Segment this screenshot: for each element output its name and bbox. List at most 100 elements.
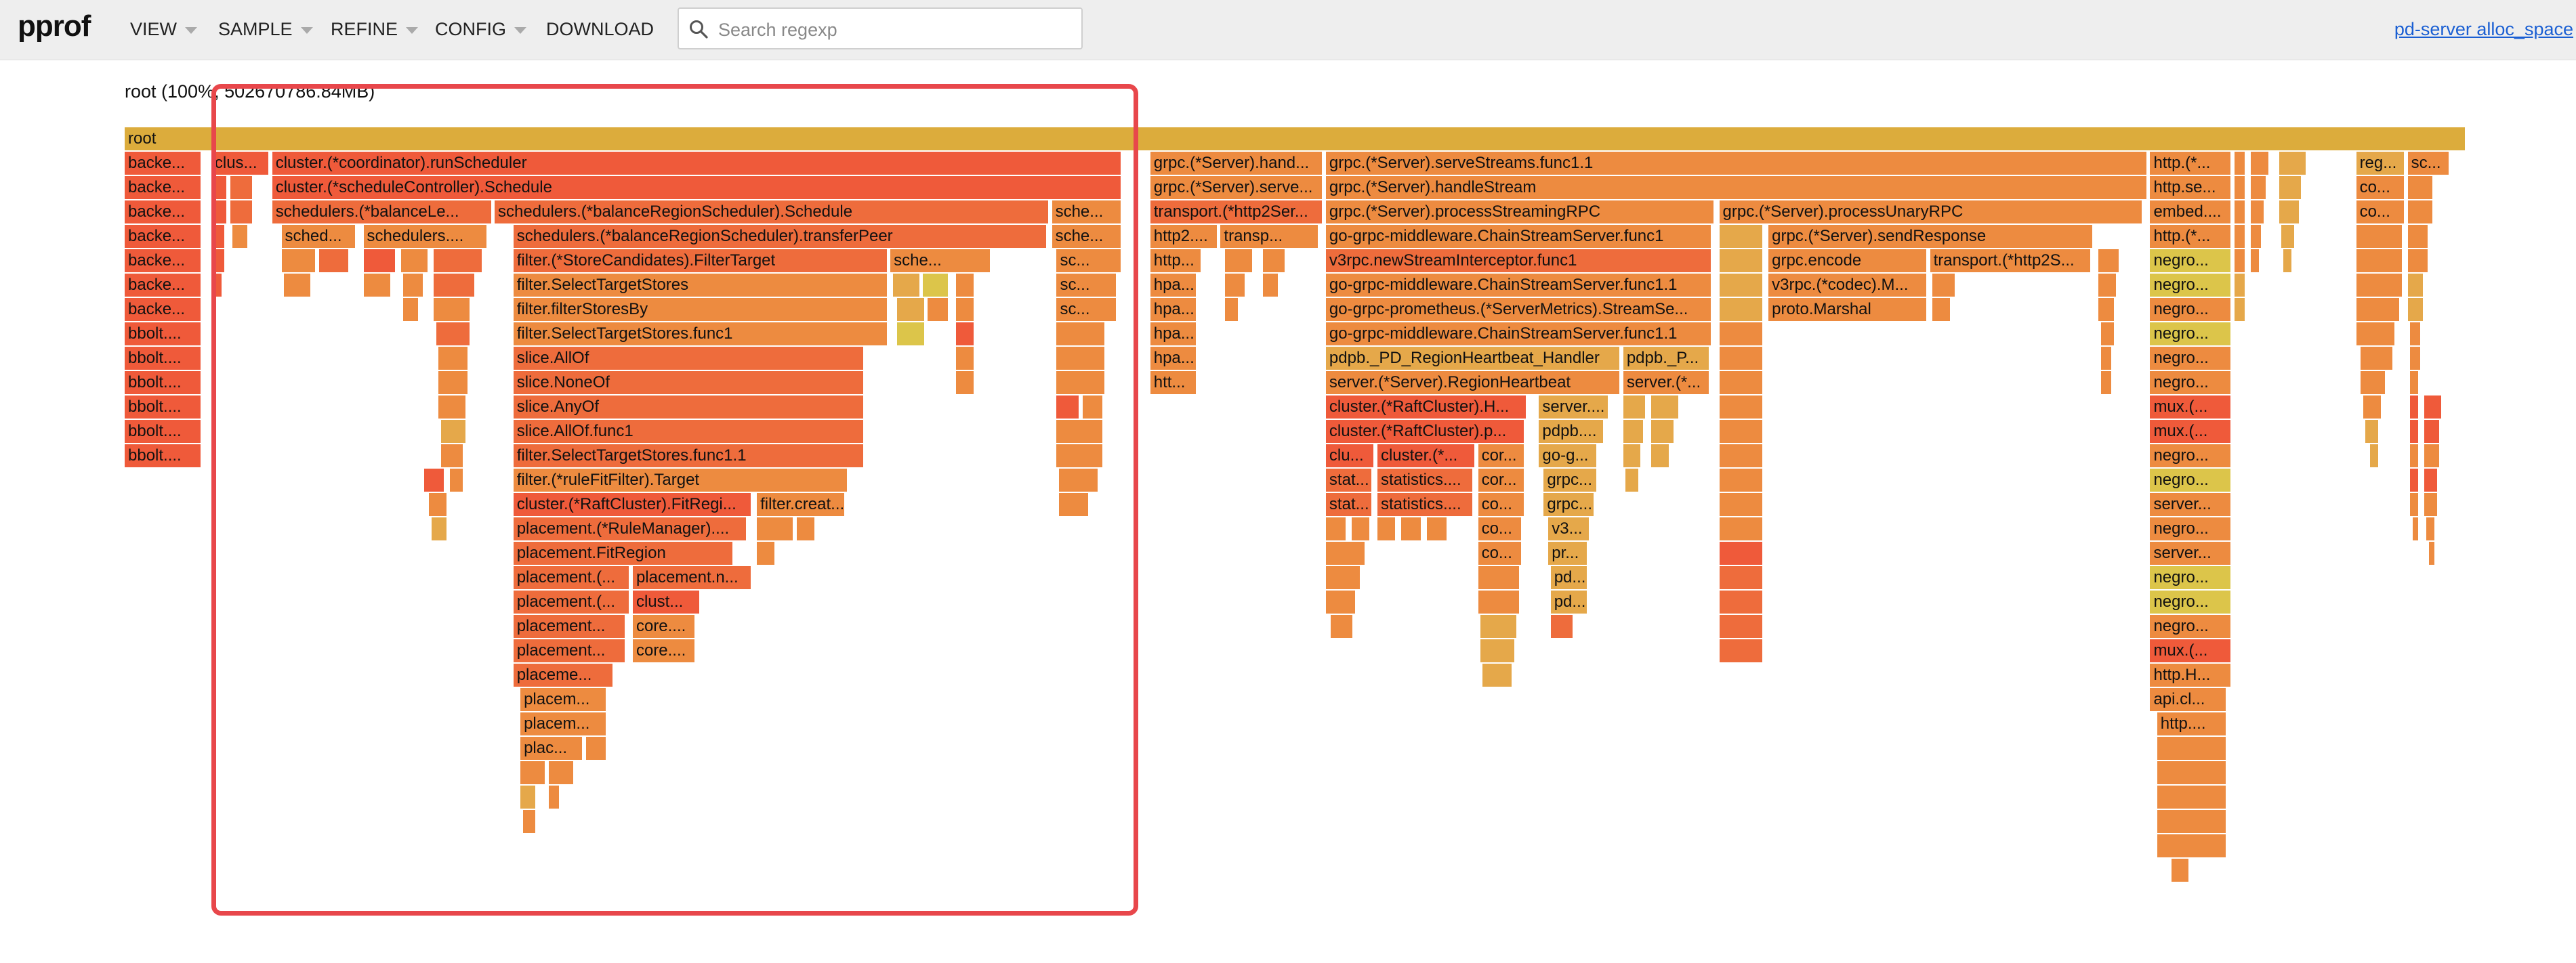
flame-frame[interactable]: go-grpc-middleware.ChainStreamServer.fun… xyxy=(1325,274,1713,297)
flame-frame[interactable] xyxy=(211,225,226,248)
flame-frame[interactable] xyxy=(2234,249,2247,272)
flame-frame[interactable]: backe... xyxy=(125,152,203,175)
flame-frame[interactable] xyxy=(2428,542,2436,565)
flame-frame[interactable]: hpa... xyxy=(1150,347,1197,370)
flame-frame[interactable]: backe... xyxy=(125,225,203,248)
flame-frame[interactable] xyxy=(522,810,537,833)
flame-frame[interactable] xyxy=(1351,517,1371,540)
flame-frame[interactable] xyxy=(318,249,350,272)
flame-frame[interactable]: slice.AllOf xyxy=(513,347,865,370)
flame-frame[interactable] xyxy=(431,517,448,540)
flame-frame[interactable] xyxy=(1719,615,1764,638)
flame-frame[interactable] xyxy=(1056,395,1081,419)
flame-frame[interactable]: v3rpc.(*codec).M... xyxy=(1768,274,1928,297)
flame-frame[interactable] xyxy=(2234,298,2247,321)
flame-frame[interactable] xyxy=(1225,249,1253,272)
flame-frame[interactable]: backe... xyxy=(125,176,203,199)
flame-frame[interactable] xyxy=(2356,322,2396,345)
flame-frame[interactable]: placement... xyxy=(513,639,626,662)
flame-frame[interactable]: negro... xyxy=(2150,469,2232,492)
flame-frame[interactable] xyxy=(1058,493,1089,516)
flame-frame[interactable] xyxy=(2356,298,2401,321)
flame-frame[interactable]: clu... xyxy=(1325,444,1375,467)
flame-frame[interactable] xyxy=(585,737,607,760)
flame-frame[interactable] xyxy=(1082,395,1104,419)
flame-frame[interactable]: backe... xyxy=(125,200,203,223)
flame-frame[interactable]: pdpb._PD_RegionHeartbeat_Handler xyxy=(1325,347,1621,370)
flame-frame[interactable] xyxy=(2424,395,2443,419)
flame-frame[interactable] xyxy=(955,298,975,321)
flame-frame[interactable] xyxy=(2410,371,2419,394)
flame-frame[interactable] xyxy=(520,786,537,809)
flame-frame[interactable] xyxy=(434,249,483,272)
flame-frame[interactable] xyxy=(923,274,949,297)
flame-frame[interactable] xyxy=(211,274,224,297)
flame-frame[interactable] xyxy=(363,274,392,297)
flame-frame[interactable]: negro... xyxy=(2150,298,2232,321)
flame-frame[interactable]: negro... xyxy=(2150,591,2232,614)
flame-frame[interactable]: stat... xyxy=(1325,493,1373,516)
flame-frame[interactable] xyxy=(2356,249,2403,272)
flame-frame[interactable]: clust... xyxy=(632,591,701,614)
flame-frame[interactable] xyxy=(1400,517,1422,540)
flame-frame[interactable]: mux.(... xyxy=(2150,395,2232,419)
flame-frame[interactable]: filter.filterStoresBy xyxy=(513,298,888,321)
flame-frame[interactable]: co... xyxy=(1478,517,1523,540)
flame-frame[interactable] xyxy=(2283,249,2293,272)
flame-frame[interactable] xyxy=(2410,444,2419,467)
flame-frame[interactable]: schedulers.(*balanceLe... xyxy=(272,200,493,223)
flame-frame[interactable] xyxy=(1262,274,1279,297)
flame-frame[interactable] xyxy=(1480,615,1518,638)
flame-frame[interactable] xyxy=(2407,225,2429,248)
flame-frame[interactable]: mux.(... xyxy=(2150,420,2232,443)
flame-frame[interactable]: bbolt.... xyxy=(125,420,203,443)
flame-frame[interactable] xyxy=(2100,322,2115,345)
flame-frame[interactable]: bbolt.... xyxy=(125,347,203,370)
flame-frame[interactable]: slice.AnyOf xyxy=(513,395,865,419)
flame-frame[interactable]: http.se... xyxy=(2150,176,2232,199)
flame-frame[interactable]: plac... xyxy=(520,737,584,760)
flame-frame[interactable] xyxy=(1325,517,1348,540)
flame-frame[interactable] xyxy=(2361,371,2387,394)
flame-frame[interactable]: grpc.encode xyxy=(1768,249,1928,272)
flame-frame[interactable]: bbolt.... xyxy=(125,395,203,419)
flame-frame[interactable] xyxy=(1056,420,1104,443)
flame-frame[interactable] xyxy=(2251,200,2265,223)
flame-frame[interactable] xyxy=(928,298,949,321)
flame-frame[interactable] xyxy=(892,274,921,297)
flame-frame[interactable] xyxy=(2157,737,2228,760)
flame-frame[interactable]: co... xyxy=(2356,176,2406,199)
flame-frame[interactable] xyxy=(2407,298,2424,321)
flame-frame[interactable]: go-grpc-middleware.ChainStreamServer.fun… xyxy=(1325,322,1713,345)
flame-frame[interactable] xyxy=(400,249,430,272)
flame-frame[interactable]: pd... xyxy=(1550,566,1588,589)
flame-frame[interactable]: server.(*Server).RegionHeartbeat xyxy=(1325,371,1621,394)
flame-frame[interactable] xyxy=(1625,469,1640,492)
flame-frame[interactable] xyxy=(2098,274,2118,297)
flame-frame[interactable]: negro... xyxy=(2150,249,2232,272)
flame-frame[interactable]: pdpb.... xyxy=(1539,420,1605,443)
flame-frame[interactable] xyxy=(1377,517,1396,540)
flame-frame[interactable]: http.H... xyxy=(2150,664,2232,687)
flame-frame[interactable] xyxy=(2234,200,2247,223)
flame-frame[interactable] xyxy=(232,225,249,248)
flame-frame[interactable] xyxy=(796,517,816,540)
flame-frame[interactable] xyxy=(955,322,975,345)
flame-frame[interactable] xyxy=(2234,274,2247,297)
flame-frame[interactable] xyxy=(230,176,254,199)
flame-frame[interactable]: grpc.(*Server).serve... xyxy=(1150,176,1324,199)
flame-frame[interactable] xyxy=(955,274,975,297)
flame-frame[interactable]: slice.AllOf.func1 xyxy=(513,420,865,443)
flame-frame[interactable] xyxy=(2098,298,2115,321)
flame-frame[interactable] xyxy=(2361,347,2394,370)
flame-frame[interactable] xyxy=(434,298,472,321)
flame-frame[interactable] xyxy=(440,420,467,443)
flame-frame[interactable]: co... xyxy=(1478,493,1525,516)
flame-frame[interactable] xyxy=(1651,444,1670,467)
flame-frame[interactable]: sche... xyxy=(1052,225,1123,248)
flame-frame[interactable]: co... xyxy=(1478,542,1523,565)
flame-frame[interactable] xyxy=(757,542,776,565)
flame-frame[interactable]: go-grpc-middleware.ChainStreamServer.fun… xyxy=(1325,225,1713,248)
flame-frame[interactable] xyxy=(1330,615,1354,638)
flame-frame[interactable]: server.... xyxy=(1539,395,1610,419)
